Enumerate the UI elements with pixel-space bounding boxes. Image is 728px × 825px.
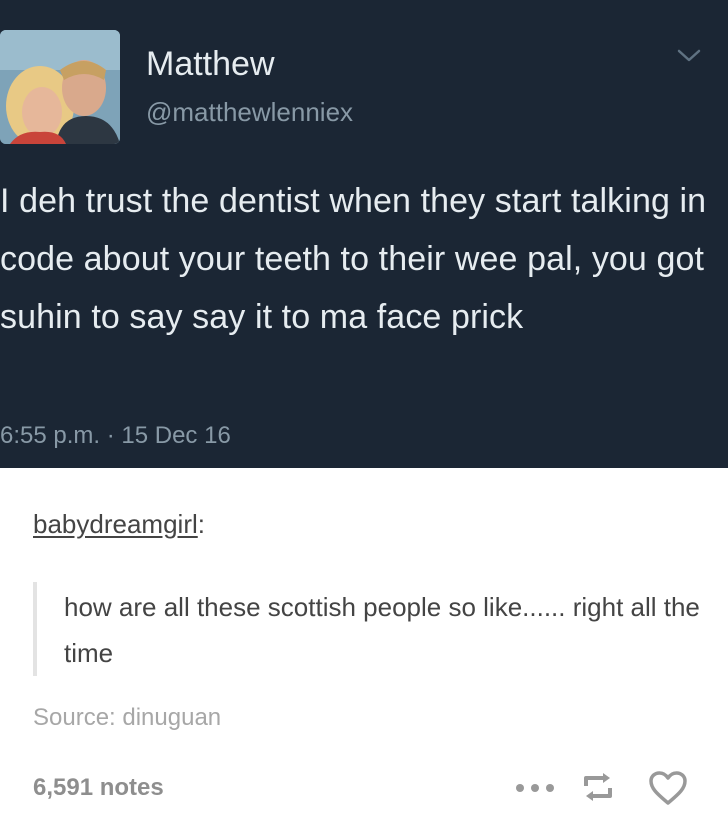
reblog-quote: how are all these scottish people so lik… (33, 582, 717, 676)
reblog-colon: : (197, 509, 205, 539)
reblog-attribution: babydreamgirl: (33, 506, 205, 542)
tweet-text: I deh trust the dentist when they start … (0, 182, 707, 336)
tweet-screenshot: Matthew @matthewlenniex I deh trust the … (0, 0, 728, 468)
reblog-comment-text: how are all these scottish people so lik… (64, 592, 700, 668)
avatar-photo (0, 30, 120, 144)
author-name[interactable]: Matthew (146, 42, 275, 86)
avatar[interactable] (0, 30, 120, 144)
more-dots-icon[interactable] (514, 781, 556, 795)
tweet-timestamp[interactable]: 6:55 p.m. · 15 Dec 16 (0, 420, 231, 452)
reblog-icon[interactable] (580, 770, 616, 804)
heart-icon[interactable] (648, 770, 688, 806)
notes-count[interactable]: 6,591 notes (33, 770, 164, 806)
reblog-username-link[interactable]: babydreamgirl (33, 509, 198, 539)
author-handle[interactable]: @matthewlenniex (146, 94, 353, 130)
chevron-down-icon[interactable] (676, 46, 702, 66)
tumblr-post: Matthew @matthewlenniex I deh trust the … (0, 0, 728, 825)
source-link[interactable]: Source: dinuguan (33, 700, 221, 736)
